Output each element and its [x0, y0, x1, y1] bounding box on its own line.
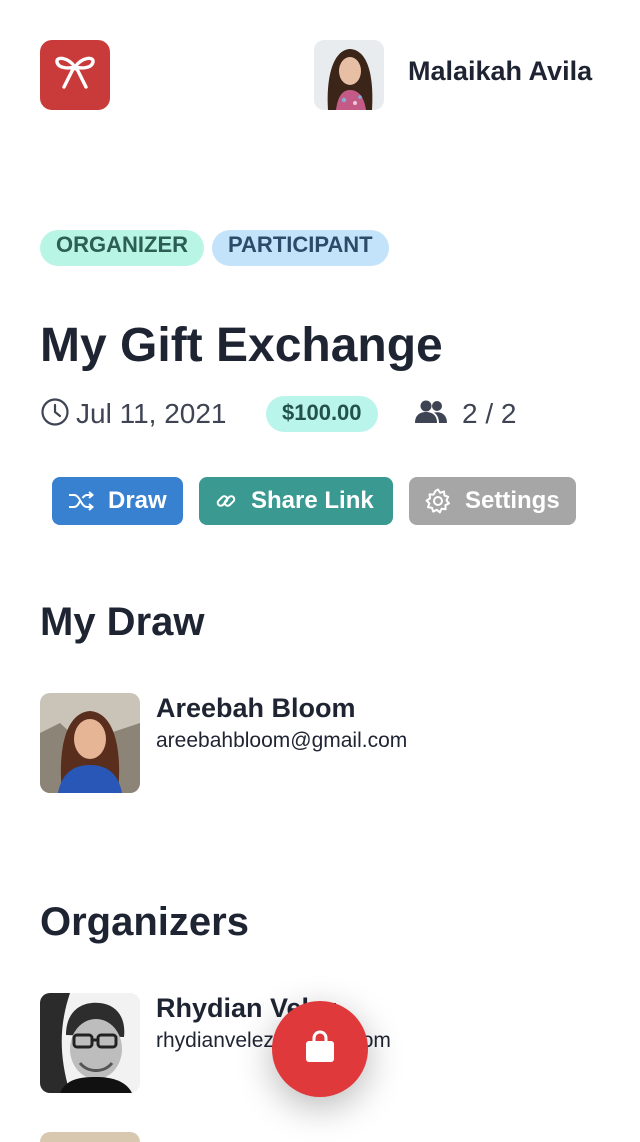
user-name[interactable]: Malaikah Avila [408, 56, 592, 87]
event-date-text: Jul 11, 2021 [76, 398, 227, 429]
avatar [40, 693, 140, 793]
role-badges: ORGANIZER PARTICIPANT [40, 230, 389, 266]
person-email: areebahbloom@gmail.com [156, 729, 408, 752]
participant-badge: PARTICIPANT [212, 230, 389, 266]
action-buttons: Draw Share Link Settings [52, 477, 612, 525]
event-meta: Jul 11, 2021 $100.00 2 / 2 [40, 394, 640, 434]
event-title: My Gift Exchange [40, 319, 443, 372]
share-link-button-label: Share Link [251, 487, 374, 514]
participant-count: 2 / 2 [414, 394, 516, 434]
app-logo[interactable] [40, 40, 110, 110]
gift-bow-icon [52, 53, 98, 98]
my-draw-title: My Draw [40, 600, 205, 644]
user-avatar[interactable] [314, 40, 384, 110]
avatar [40, 1132, 140, 1142]
budget-badge: $100.00 [266, 396, 378, 432]
draw-button[interactable]: Draw [52, 477, 183, 525]
participant-count-text: 2 / 2 [462, 398, 517, 429]
shopping-bag-button[interactable] [272, 1001, 368, 1097]
person-name: Areebah Bloom [156, 693, 356, 723]
draw-button-label: Draw [108, 487, 167, 514]
share-link-button[interactable]: Share Link [199, 477, 393, 525]
link-icon [215, 490, 237, 512]
gear-icon [425, 488, 451, 514]
clock-icon [40, 397, 70, 432]
organizers-title: Organizers [40, 900, 249, 944]
avatar [40, 993, 140, 1093]
event-date: Jul 11, 2021 [40, 394, 227, 434]
users-icon [414, 398, 448, 431]
shuffle-icon [68, 490, 94, 512]
shopping-bag-icon [302, 1029, 338, 1070]
settings-button-label: Settings [465, 487, 560, 514]
header: Malaikah Avila [0, 0, 640, 150]
organizer-badge: ORGANIZER [40, 230, 204, 266]
my-draw-person[interactable]: Areebah Bloom areebahbloom@gmail.com [40, 693, 600, 793]
settings-button[interactable]: Settings [409, 477, 576, 525]
